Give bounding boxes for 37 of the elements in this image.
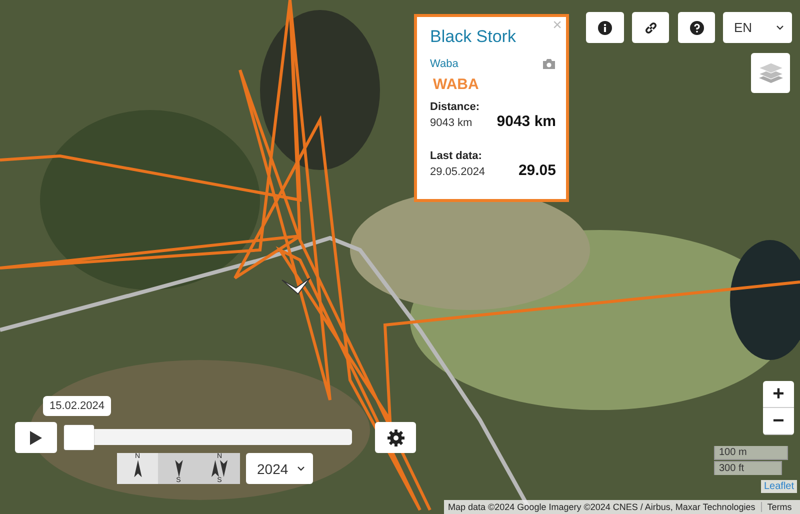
- last-data-date: 29.05.2024: [430, 166, 486, 178]
- camera-icon[interactable]: [542, 58, 556, 70]
- popup-title: Black Stork: [430, 27, 517, 47]
- scale-bar: 100 m: [714, 446, 788, 460]
- play-icon: [29, 430, 43, 446]
- arrow-icon: [134, 460, 142, 478]
- arrow-icon: [211, 460, 228, 477]
- last-data-label: Last data:: [430, 150, 483, 162]
- info-icon: [598, 20, 612, 34]
- language-select[interactable]: EN: [723, 12, 792, 43]
- bird-marker-icon[interactable]: [282, 278, 310, 295]
- bird-name-link[interactable]: Waba: [430, 58, 458, 70]
- timeline-slider[interactable]: [64, 425, 352, 450]
- distance-label: Distance:: [430, 101, 481, 113]
- info-button[interactable]: [586, 12, 624, 43]
- play-button[interactable]: [15, 422, 57, 453]
- scale-bar: 300 ft: [714, 461, 782, 475]
- distance-value: 9043 km: [430, 117, 472, 129]
- arrow-icon: [174, 460, 182, 477]
- last-data-short-date: 29.05: [518, 162, 556, 179]
- caret-icon: [776, 25, 784, 30]
- bird-code: WABA: [433, 76, 480, 93]
- caret-icon: [297, 466, 305, 471]
- help-icon: [690, 20, 704, 34]
- help-button[interactable]: [678, 12, 715, 43]
- date-tooltip: 15.02.2024: [43, 396, 111, 416]
- zoom-in-button[interactable]: +: [763, 381, 794, 408]
- settings-button[interactable]: [375, 422, 416, 453]
- link-icon: [644, 20, 658, 34]
- zoom-out-button[interactable]: −: [763, 408, 794, 435]
- link-button[interactable]: [632, 12, 669, 43]
- year-select[interactable]: 2024: [246, 453, 313, 484]
- distance-total: 9043 km: [496, 113, 556, 130]
- slider-handle[interactable]: [64, 425, 94, 450]
- layers-icon: [758, 61, 784, 85]
- terms-link[interactable]: Terms: [762, 502, 797, 512]
- attribution-text: Map data ©2024 Google Imagery ©2024 CNES / Airbus, Maxar Technologies: [444, 502, 762, 512]
